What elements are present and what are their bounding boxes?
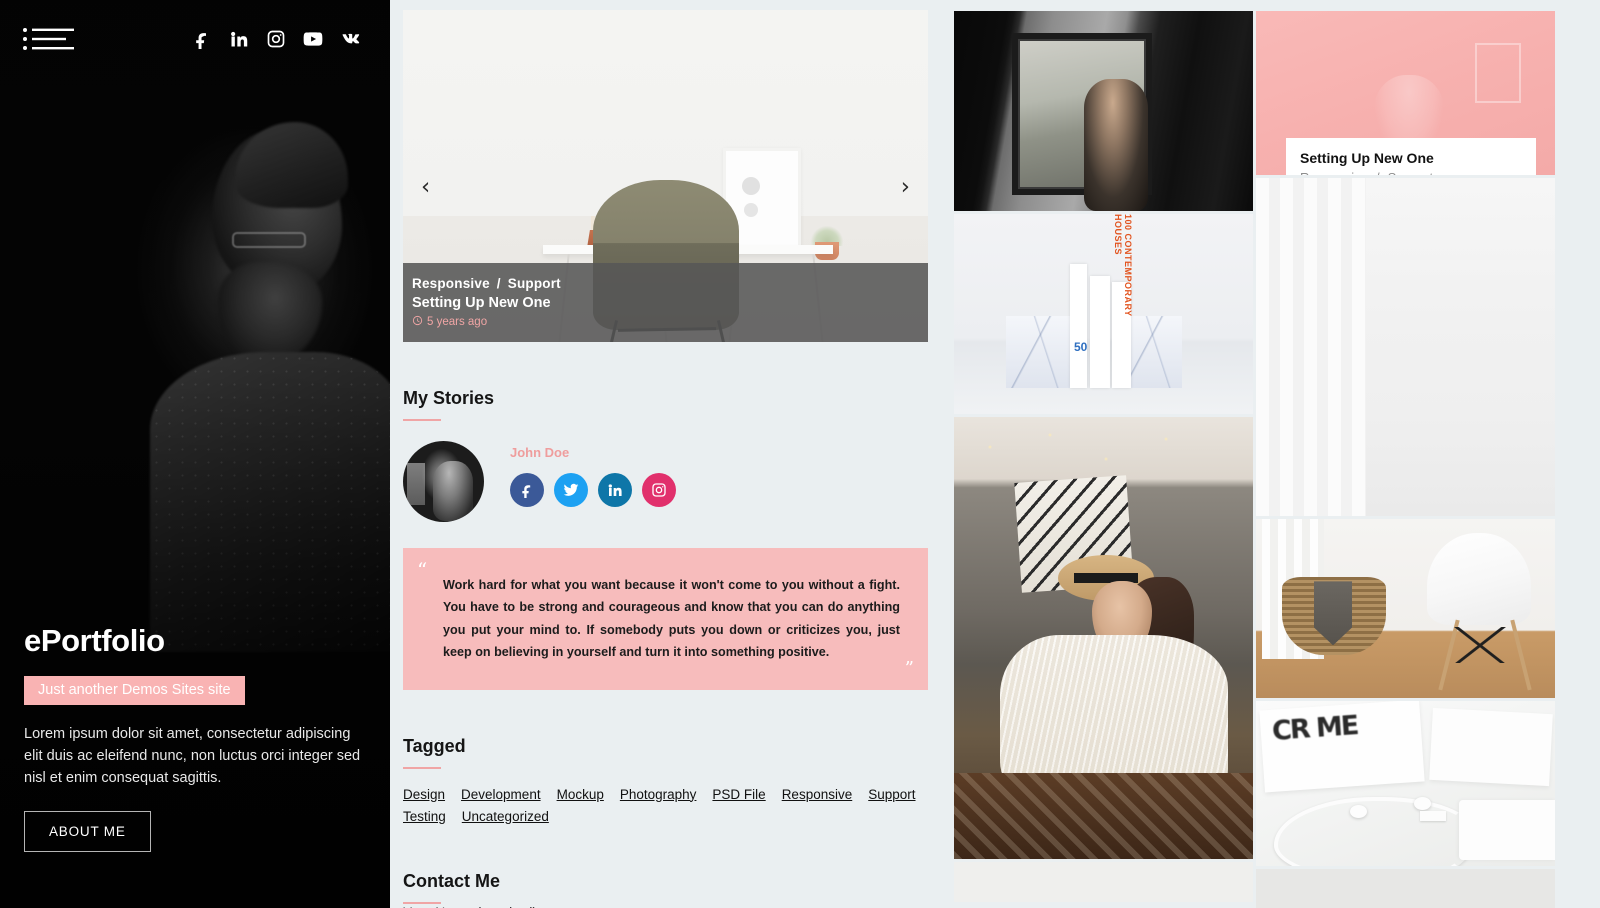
decor-marble-left xyxy=(1006,316,1070,388)
about-me-button[interactable]: ABOUT ME xyxy=(24,811,151,852)
tag-item[interactable]: Design xyxy=(403,787,445,803)
facebook-icon[interactable] xyxy=(510,473,544,507)
featured-slider[interactable]: Responsive / Support Setting Up New One 5 … xyxy=(403,10,928,342)
tag-item[interactable]: PSD File xyxy=(712,787,765,803)
decor-earphone-cord xyxy=(1274,797,1474,866)
contact-heading: Contact Me xyxy=(403,870,501,891)
instagram-icon[interactable] xyxy=(642,473,676,507)
decor-book xyxy=(1070,264,1087,388)
center-column: Responsive / Support Setting Up New One 5 … xyxy=(390,0,940,908)
decor-chair-crossbars xyxy=(1445,627,1515,664)
my-stories-heading: My Stories xyxy=(403,388,495,408)
slide-category-1[interactable]: Responsive xyxy=(412,276,490,291)
your-name-label: Your Name (required) xyxy=(403,904,537,908)
tag-item[interactable]: Testing xyxy=(403,809,446,825)
page-title: ePortfolio xyxy=(24,622,165,658)
gallery-column-left: 50 100 CONTEMPORARY HOUSES xyxy=(954,11,1253,908)
sidebar: ePortfolio Just another Demos Sites site… xyxy=(0,0,390,908)
gallery-tile-girl-at-window[interactable] xyxy=(954,11,1253,211)
vk-icon[interactable] xyxy=(340,29,360,49)
clock-icon xyxy=(412,315,423,329)
tag-item[interactable]: Mockup xyxy=(557,787,604,803)
gallery-tile-headphones-flatlay[interactable]: CR ME xyxy=(1256,701,1555,866)
site-tagline: Just another Demos Sites site xyxy=(24,675,245,705)
avatar[interactable] xyxy=(403,441,484,522)
decor-curtain xyxy=(1256,178,1366,517)
section-underline xyxy=(403,766,441,769)
decor-paper-sheet xyxy=(1429,708,1553,787)
gallery-grid: 50 100 CONTEMPORARY HOUSES Setting Up Ne… xyxy=(940,0,1600,908)
overlay-category-2[interactable]: Support xyxy=(1388,170,1434,175)
avatar-window xyxy=(407,463,425,505)
gallery-overlay-card[interactable]: Setting Up New One Responsive / Support xyxy=(1286,138,1536,176)
decor-book-label-100: 100 CONTEMPORARY HOUSES xyxy=(1113,214,1133,317)
youtube-icon[interactable] xyxy=(303,29,323,49)
decor-cord-clip xyxy=(1420,811,1446,822)
sidebar-header xyxy=(0,22,390,56)
gallery-tile-girl-on-sofa[interactable] xyxy=(954,417,1253,859)
overlay-category-1[interactable]: Responsive xyxy=(1300,170,1368,175)
sidebar-social-links xyxy=(192,29,360,49)
slide-date: 5 years ago xyxy=(412,315,928,329)
linkedin-icon[interactable] xyxy=(598,473,632,507)
instagram-icon[interactable] xyxy=(266,29,286,49)
tag-item[interactable]: Photography xyxy=(620,787,697,803)
gallery-tile-partial-bottom-right[interactable] xyxy=(1256,868,1555,908)
slide-title[interactable]: Setting Up New One xyxy=(412,295,928,311)
tag-item[interactable]: Responsive xyxy=(782,787,853,803)
slide-date-text: 5 years ago xyxy=(427,316,488,328)
facebook-icon[interactable] xyxy=(192,29,212,49)
slide-caption: Responsive / Support Setting Up New One 5 … xyxy=(403,263,928,342)
quote-block: “ Work hard for what you want because it… xyxy=(403,548,928,690)
gallery-tile-white-room[interactable] xyxy=(1256,178,1555,517)
my-stories-section: My Stories xyxy=(403,388,918,421)
author-name[interactable]: John Doe xyxy=(510,445,676,460)
twitter-icon[interactable] xyxy=(554,473,588,507)
decor-frame-outline xyxy=(1475,43,1521,103)
overlay-category-separator: / xyxy=(1376,170,1380,175)
tag-item[interactable]: Support xyxy=(868,787,915,803)
section-underline xyxy=(403,419,441,421)
author-info: John Doe xyxy=(510,441,676,507)
slide-category-2[interactable]: Support xyxy=(508,276,561,291)
decor-book-label-50: 50 xyxy=(1074,340,1088,354)
gallery-column-right: Setting Up New One Responsive / Support xyxy=(1256,11,1555,908)
overlay-card-categories: Responsive / Support xyxy=(1300,170,1522,175)
tagged-heading: Tagged xyxy=(403,735,466,756)
slider-prev-button[interactable]: ‹ xyxy=(421,176,430,199)
contact-section: Contact Me xyxy=(403,871,918,904)
gallery-tile-pink-chair[interactable]: Setting Up New One Responsive / Support xyxy=(1256,11,1555,176)
quote-open-icon: “ xyxy=(417,558,428,582)
overlay-card-title: Setting Up New One xyxy=(1300,150,1434,166)
page-root: ePortfolio Just another Demos Sites site… xyxy=(0,0,1600,908)
avatar-figure xyxy=(433,461,473,521)
decor-book xyxy=(1090,276,1110,388)
gallery-tile-basket-and-chair[interactable] xyxy=(1256,519,1555,699)
sidebar-intro: ePortfolio Just another Demos Sites site… xyxy=(24,623,370,852)
decor-paper-sheet xyxy=(1459,799,1555,860)
gallery-tile-books-on-shelf[interactable]: 50 100 CONTEMPORARY HOUSES xyxy=(954,214,1253,414)
slider-next-button[interactable]: › xyxy=(901,176,910,199)
slide-category-separator: / xyxy=(496,276,501,291)
tag-list: Design Development Mockup Photography PS… xyxy=(403,787,928,825)
sidebar-description: Lorem ipsum dolor sit amet, consectetur … xyxy=(24,725,361,786)
tagged-section: Tagged xyxy=(403,736,918,769)
decor-rug xyxy=(954,773,1253,859)
hamburger-list-icon[interactable] xyxy=(22,22,74,56)
linkedin-icon[interactable] xyxy=(229,29,249,49)
author-social-links xyxy=(510,473,676,507)
tag-item[interactable]: Development xyxy=(461,787,541,803)
decor-eames-chair-seat xyxy=(1427,533,1531,626)
quote-close-icon: ” xyxy=(904,657,914,679)
slide-categories: Responsive / Support xyxy=(412,276,928,291)
decor-magazine-text: CR ME xyxy=(1271,710,1359,748)
quote-text: Work hard for what you want because it w… xyxy=(443,578,900,660)
tag-item[interactable]: Uncategorized xyxy=(462,809,549,825)
gallery-tile-partial-bottom-left[interactable] xyxy=(954,862,1253,902)
author-block: John Doe xyxy=(403,441,918,522)
